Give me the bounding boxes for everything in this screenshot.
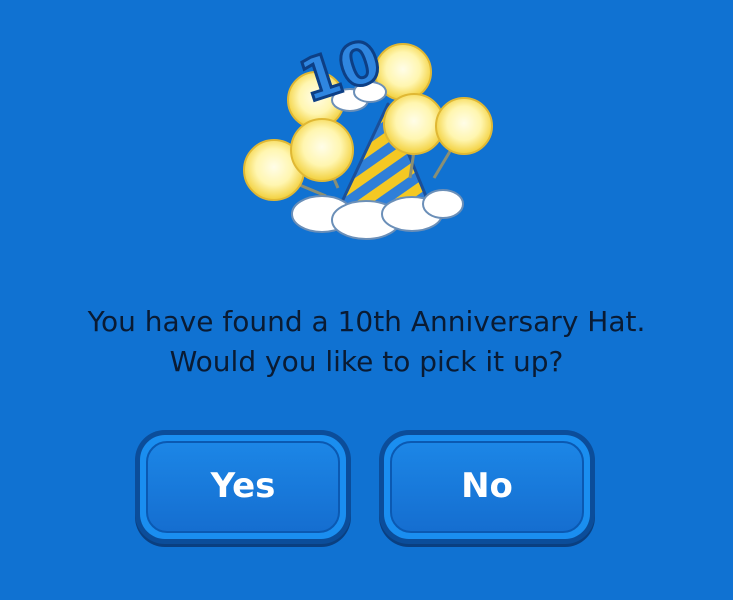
no-button-label: No <box>461 466 513 506</box>
yes-button[interactable]: Yes <box>135 430 351 544</box>
anniversary-hat-icon: 10 <box>243 28 493 240</box>
pickup-message: You have found a 10th Anniversary Hat. W… <box>0 302 733 382</box>
message-line-2: Would you like to pick it up? <box>169 345 564 378</box>
pickup-dialog: 10 You have found a 10th Anniversary Hat… <box>0 0 733 600</box>
message-line-1: You have found a 10th Anniversary Hat. <box>87 305 646 338</box>
no-button[interactable]: No <box>379 430 595 544</box>
yes-button-label: Yes <box>210 466 276 506</box>
